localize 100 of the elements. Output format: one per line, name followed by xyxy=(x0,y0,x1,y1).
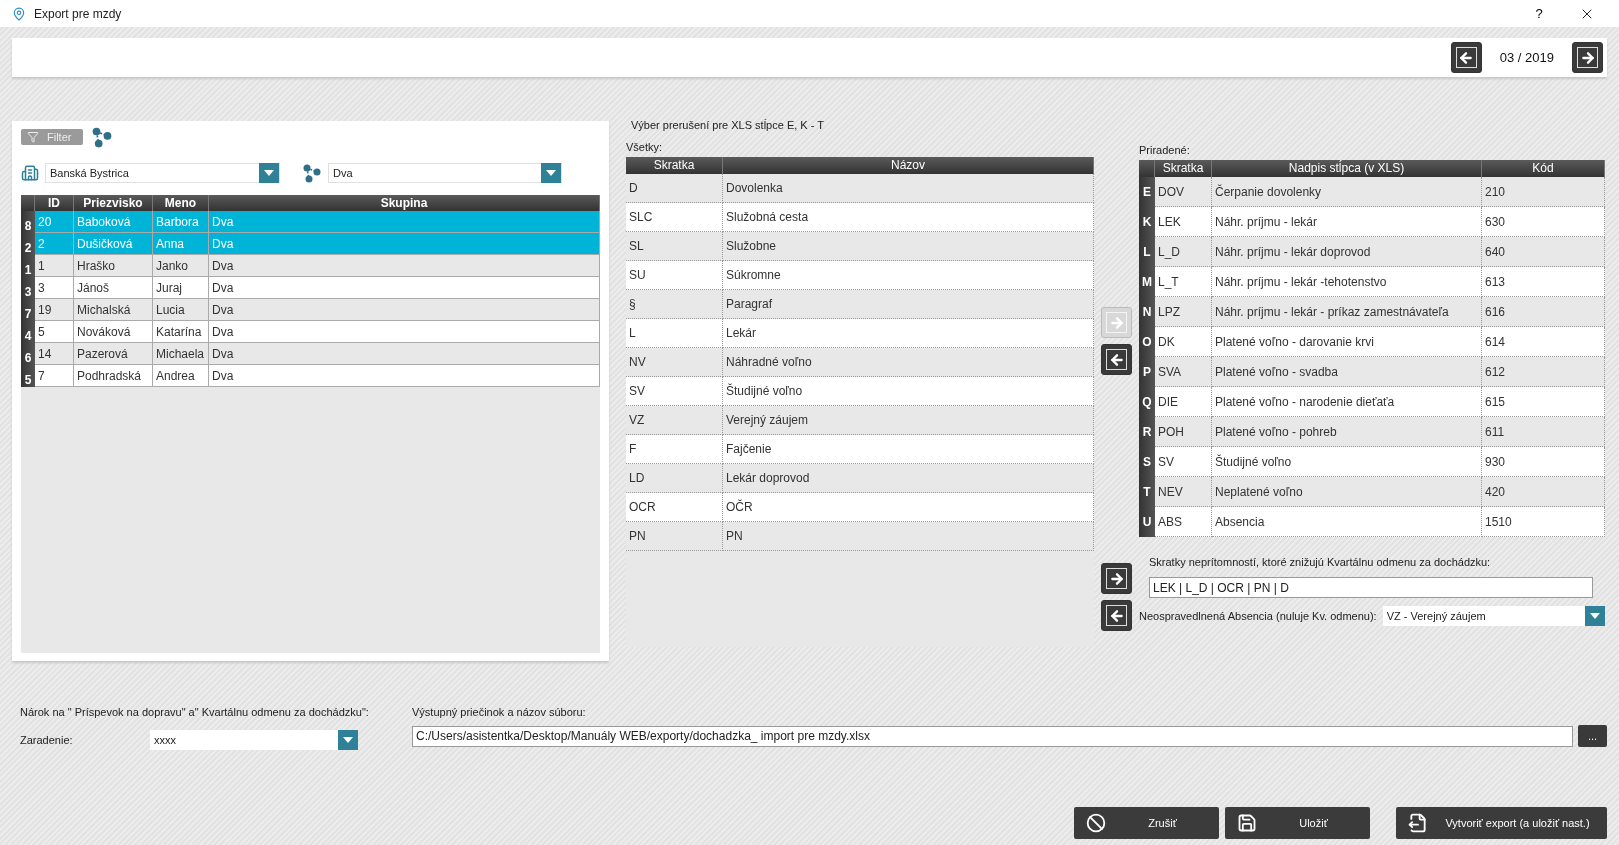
table-cell[interactable]: Podhradská xyxy=(74,365,153,387)
table-cell[interactable]: 615 xyxy=(1482,387,1605,417)
table-cell[interactable]: 630 xyxy=(1482,207,1605,237)
table-cell[interactable]: Juraj xyxy=(153,277,209,299)
table-cell[interactable]: Michalská xyxy=(74,299,153,321)
table-cell[interactable]: Náhradné voľno xyxy=(723,348,1094,377)
table-cell[interactable]: Služobne xyxy=(723,232,1094,261)
table-cell[interactable]: Neplatené voľno xyxy=(1212,477,1482,507)
table-cell[interactable]: 1510 xyxy=(1482,507,1605,537)
table-cell[interactable]: Dva xyxy=(209,299,600,321)
table-cell[interactable]: 210 xyxy=(1482,177,1605,207)
table-cell[interactable]: SVA xyxy=(1155,357,1212,387)
dropdown-button[interactable] xyxy=(1585,606,1605,626)
column-header[interactable]: Meno xyxy=(153,195,209,211)
table-cell[interactable]: 614 xyxy=(1482,327,1605,357)
input-field[interactable]: LEK | L_D | OCR | PN | D xyxy=(1149,577,1593,598)
table-cell[interactable]: Nováková xyxy=(74,321,153,343)
table-cell[interactable]: Michaela xyxy=(153,343,209,365)
move-left-button[interactable] xyxy=(1101,344,1132,375)
table-cell[interactable]: 616 xyxy=(1482,297,1605,327)
previous-month-button[interactable] xyxy=(1450,42,1482,73)
table-cell[interactable]: 7 xyxy=(35,365,74,387)
table-cell[interactable]: Súkromne xyxy=(723,261,1094,290)
table-cell[interactable]: Lekár xyxy=(723,319,1094,348)
dropdown-button[interactable] xyxy=(541,163,561,183)
column-header[interactable]: Skratka xyxy=(626,157,723,174)
column-header[interactable]: Názov xyxy=(723,157,1094,174)
table-cell[interactable]: Jánoš xyxy=(74,277,153,299)
table-cell[interactable]: 930 xyxy=(1482,447,1605,477)
table-cell[interactable]: OČR xyxy=(723,493,1094,522)
table-cell[interactable]: Paragraf xyxy=(723,290,1094,319)
table-cell[interactable]: Verejný záujem xyxy=(723,406,1094,435)
table-cell[interactable]: VZ xyxy=(626,406,723,435)
column-header[interactable]: Priezvisko xyxy=(74,195,153,211)
table-cell[interactable]: Lekár doprovod xyxy=(723,464,1094,493)
table-cell[interactable]: DIE xyxy=(1155,387,1212,417)
table-cell[interactable]: PN xyxy=(626,522,723,551)
table-cell[interactable]: Dva xyxy=(209,255,600,277)
table-cell[interactable]: Platené voľno - darovanie krvi xyxy=(1212,327,1482,357)
column-header[interactable]: Kód xyxy=(1482,160,1605,177)
table-cell[interactable]: Hraško xyxy=(74,255,153,277)
table-cell[interactable]: LEK xyxy=(1155,207,1212,237)
table-cell[interactable]: SL xyxy=(626,232,723,261)
table-cell[interactable]: PN xyxy=(723,522,1094,551)
table-cell[interactable]: Náhr. príjmu - lekár doprovod xyxy=(1212,237,1482,267)
table-cell[interactable]: L_T xyxy=(1155,267,1212,297)
table-cell[interactable]: 612 xyxy=(1482,357,1605,387)
save-button[interactable]: Uložiť xyxy=(1225,807,1370,839)
table-cell[interactable]: 19 xyxy=(35,299,74,321)
dropdown-button[interactable] xyxy=(259,163,279,183)
column-header[interactable]: Skratka xyxy=(1155,160,1212,177)
table-cell[interactable]: § xyxy=(626,290,723,319)
category-combo[interactable]: xxxx xyxy=(150,730,358,750)
table-cell[interactable]: SLC xyxy=(626,203,723,232)
table-cell[interactable]: Absencia xyxy=(1212,507,1482,537)
table-cell[interactable]: Študijné voľno xyxy=(1212,447,1482,477)
table-cell[interactable]: 1 xyxy=(35,255,74,277)
table-cell[interactable]: 5 xyxy=(35,321,74,343)
table-cell[interactable]: Náhr. príjmu - lekár - príkaz zamestnávateľa xyxy=(1212,297,1482,327)
table-cell[interactable]: Dva xyxy=(209,277,600,299)
table-cell[interactable]: 14 xyxy=(35,343,74,365)
table-cell[interactable]: Čerpanie dovolenky xyxy=(1212,177,1482,207)
table-cell[interactable]: LPZ xyxy=(1155,297,1212,327)
cancel-button[interactable]: Zrušiť xyxy=(1074,807,1219,839)
table-cell[interactable]: NV xyxy=(626,348,723,377)
help-button[interactable]: ? xyxy=(1519,1,1559,26)
column-header[interactable]: Nadpis stĺpca (v XLS) xyxy=(1212,160,1482,177)
move-left-button[interactable] xyxy=(1101,600,1132,631)
table-cell[interactable]: LD xyxy=(626,464,723,493)
table-cell[interactable]: DK xyxy=(1155,327,1212,357)
table-cell[interactable]: Platené voľno - svadba xyxy=(1212,357,1482,387)
next-month-button[interactable] xyxy=(1572,42,1603,73)
browse-button[interactable]: ... xyxy=(1578,725,1607,747)
location-combo[interactable]: Banská Bystrica xyxy=(45,163,280,183)
table-cell[interactable]: SV xyxy=(1155,447,1212,477)
table-cell[interactable]: Študijné voľno xyxy=(723,377,1094,406)
table-cell[interactable]: Dva xyxy=(209,343,600,365)
table-cell[interactable]: Náhr. príjmu - lekár -tehotenstvo xyxy=(1212,267,1482,297)
file-path-field[interactable]: C:/Users/asistentka/Desktop/Manuály WEB/exporty/dochadzka_ import pre mzdy.xlsx xyxy=(412,725,1573,747)
table-cell[interactable]: L xyxy=(626,319,723,348)
table-cell[interactable]: Platené voľno - pohreb xyxy=(1212,417,1482,447)
table-cell[interactable]: 611 xyxy=(1482,417,1605,447)
table-cell[interactable]: SV xyxy=(626,377,723,406)
table-cell[interactable]: Dva xyxy=(209,321,600,343)
table-cell[interactable]: Platené voľno - narodenie dieťaťa xyxy=(1212,387,1482,417)
table-cell[interactable]: F xyxy=(626,435,723,464)
table-cell[interactable]: 3 xyxy=(35,277,74,299)
table-cell[interactable]: 613 xyxy=(1482,267,1605,297)
table-cell[interactable]: 640 xyxy=(1482,237,1605,267)
table-cell[interactable]: D xyxy=(626,174,723,203)
table-cell[interactable]: Janko xyxy=(153,255,209,277)
table-cell[interactable]: Pazerová xyxy=(74,343,153,365)
table-cell[interactable]: ABS xyxy=(1155,507,1212,537)
table-cell[interactable]: POH xyxy=(1155,417,1212,447)
table-cell[interactable]: Andrea xyxy=(153,365,209,387)
dropdown-button[interactable] xyxy=(338,730,358,750)
table-cell[interactable]: NEV xyxy=(1155,477,1212,507)
column-header[interactable]: Skupina xyxy=(209,195,600,211)
table-cell[interactable]: Služobná cesta xyxy=(723,203,1094,232)
table-cell[interactable]: Fajčenie xyxy=(723,435,1094,464)
